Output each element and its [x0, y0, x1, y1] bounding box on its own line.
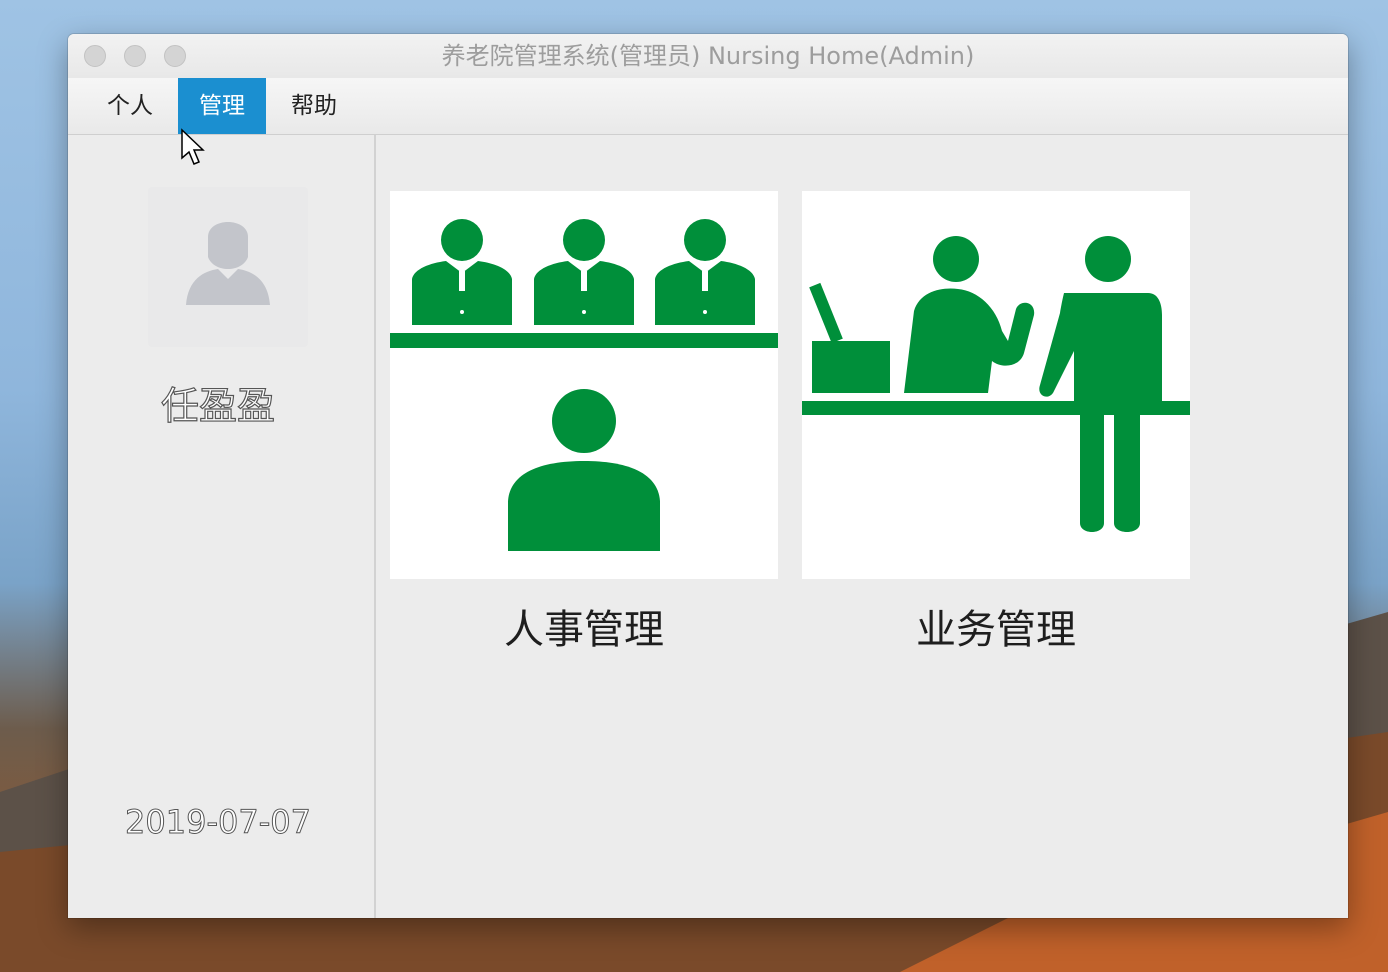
personnel-management-label[interactable]: 人事管理: [390, 597, 778, 655]
menu-management[interactable]: 管理: [178, 78, 266, 134]
username-label: 任盈盈: [160, 383, 275, 428]
window-title: 养老院管理系统(管理员) Nursing Home(Admin): [441, 42, 975, 70]
avatar: [148, 187, 308, 347]
business-management-icon: [802, 236, 1190, 532]
title-bar[interactable]: 养老院管理系统(管理员) Nursing Home(Admin): [68, 34, 1348, 79]
menu-help[interactable]: 帮助: [274, 78, 354, 134]
menu-bar: 个人 管理 帮助: [68, 78, 1348, 135]
user-placeholder-icon: [186, 222, 270, 305]
personnel-management-icon: [390, 219, 778, 551]
app-window: 养老院管理系统(管理员) Nursing Home(Admin) 个人 管理 帮…: [68, 34, 1348, 918]
menu-personal[interactable]: 个人: [92, 78, 168, 134]
business-management-label[interactable]: 业务管理: [802, 597, 1190, 655]
module-panel: 人事管理 业务管理: [376, 135, 1348, 918]
mouse-cursor-icon: [181, 128, 205, 165]
personnel-management-card[interactable]: [390, 191, 778, 579]
date-label: 2019-07-07: [125, 803, 312, 842]
business-management-card[interactable]: [802, 191, 1190, 579]
user-sidebar: 任盈盈 2019-07-07: [68, 135, 376, 918]
